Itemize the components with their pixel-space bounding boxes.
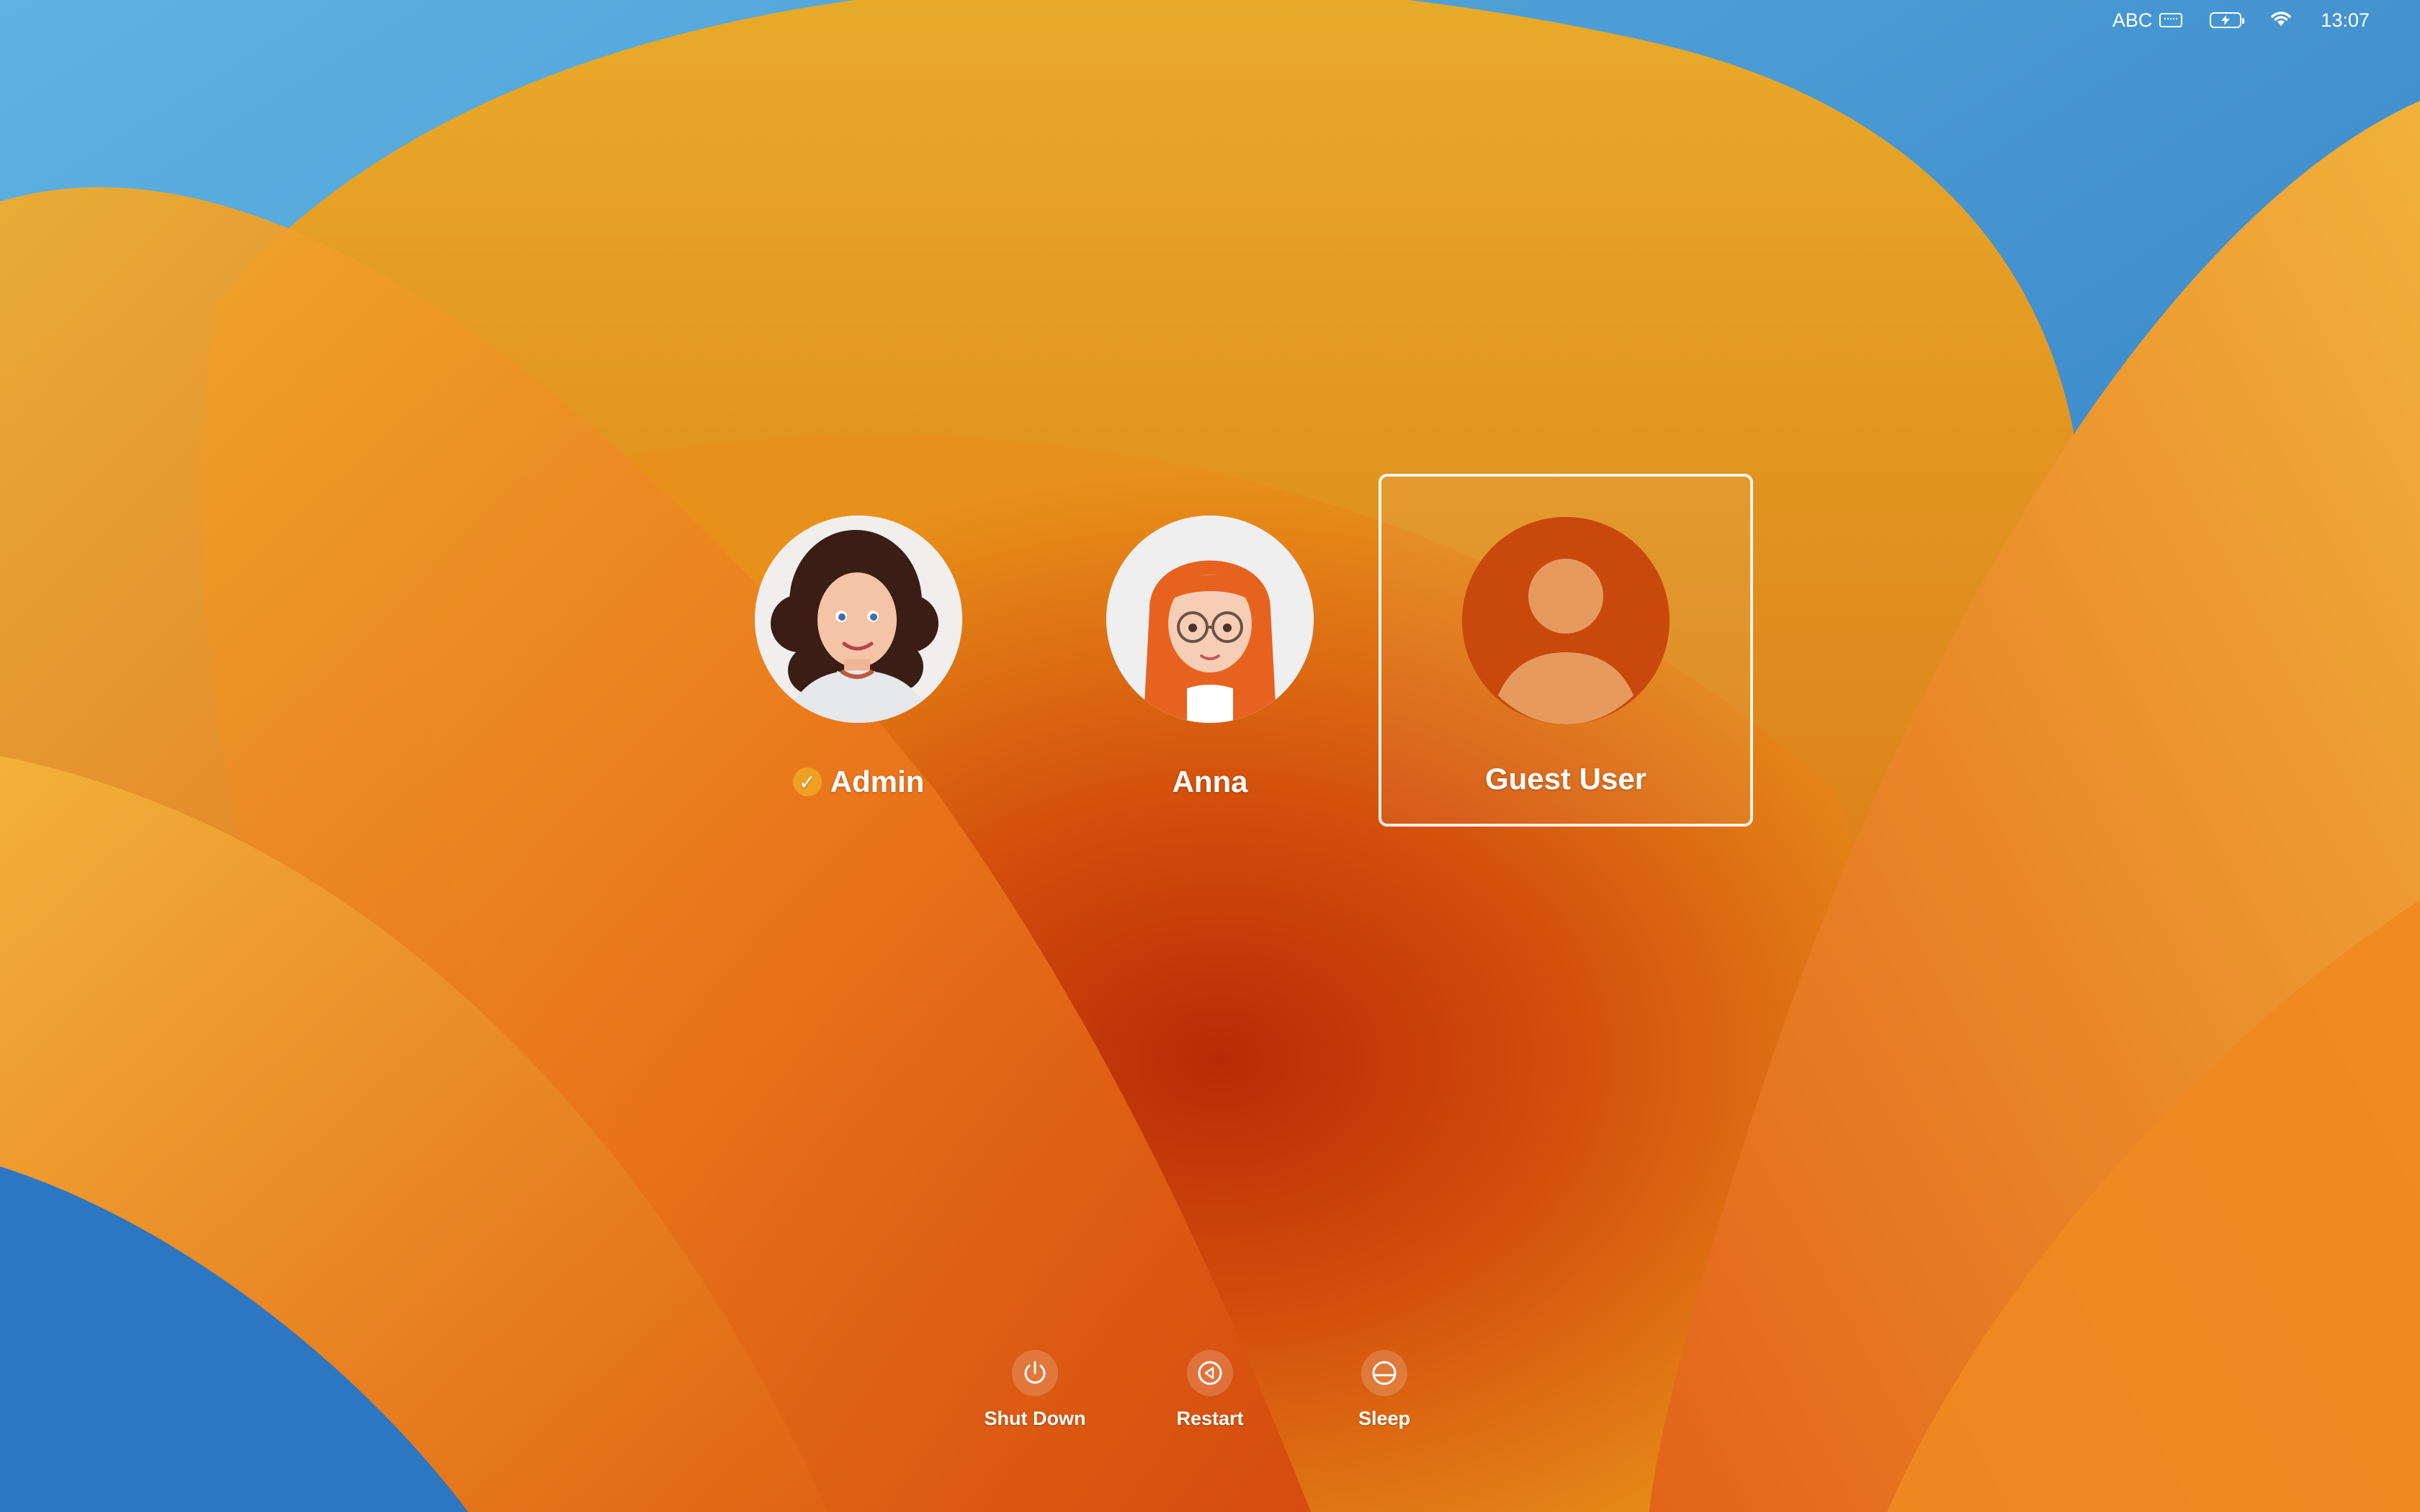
wifi-menu[interactable] — [2269, 9, 2293, 32]
sleep-icon — [1372, 1361, 1397, 1385]
user-admin[interactable]: ✓ Admin — [671, 477, 1046, 829]
restart-button[interactable]: Restart — [1138, 1350, 1282, 1430]
user-name: Guest User — [1484, 762, 1647, 796]
restart-label: Restart — [1176, 1408, 1244, 1429]
generic-person-icon — [1462, 517, 1670, 724]
sleep-button[interactable]: Sleep — [1312, 1350, 1456, 1430]
avatar — [1106, 516, 1314, 723]
keyboard-icon — [2159, 13, 2183, 27]
user-name: Anna — [1172, 765, 1248, 798]
user-name: Admin — [830, 765, 925, 798]
guest-avatar — [1462, 517, 1670, 724]
sleep-label: Sleep — [1358, 1408, 1411, 1429]
user-anna[interactable]: Anna — [1023, 477, 1397, 829]
avatar — [755, 516, 962, 723]
input-source-label: ABC — [2112, 9, 2153, 31]
shut-down-label: Shut Down — [984, 1408, 1086, 1429]
restart-icon — [1198, 1361, 1222, 1385]
clock[interactable]: 13:07 — [2321, 9, 2370, 32]
user-guest[interactable]: Guest User — [1379, 474, 1753, 827]
power-icon — [1024, 1361, 1046, 1384]
battery-menu[interactable] — [2210, 12, 2245, 28]
wifi-icon — [2269, 9, 2293, 32]
status-bar: ABC 13:07 — [2112, 0, 2420, 40]
shut-down-button[interactable]: Shut Down — [963, 1350, 1107, 1430]
input-source-menu[interactable]: ABC — [2112, 9, 2183, 32]
clock-time: 13:07 — [2321, 9, 2370, 31]
battery-charging-icon — [2210, 12, 2245, 28]
logged-in-check-icon: ✓ — [792, 768, 822, 796]
